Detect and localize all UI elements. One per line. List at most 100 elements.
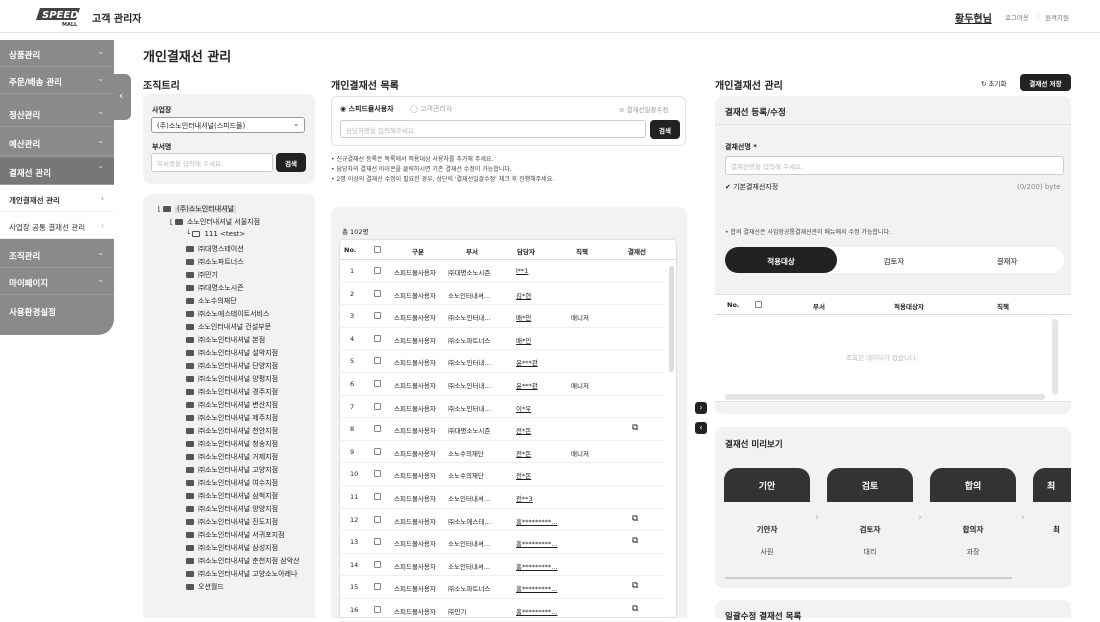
tab-approver[interactable]: 결재자	[951, 247, 1063, 273]
tree-node[interactable]: ㈜소노파트너스	[186, 257, 244, 267]
tree-node[interactable]: ㈜소노에스테이트서비스	[186, 309, 269, 319]
tree-node[interactable]: ㈜소노인터내셔널 단양지점	[186, 361, 278, 371]
row-checkbox[interactable]	[374, 380, 381, 387]
row-checkbox[interactable]	[374, 470, 381, 478]
tree-node[interactable]: ㈜소노인터내셔널 거제지점	[186, 452, 278, 462]
table-row[interactable]: 2 스피드몰사용자 소노인터내셔... 김*현	[340, 283, 664, 306]
row-checkbox[interactable]	[374, 606, 381, 613]
reset-button[interactable]: ↻ 초기화	[981, 78, 1006, 88]
table-row[interactable]: 15 스피드몰사용자 ㈜소노파트너스 홍*********... ⧉	[340, 576, 664, 599]
row-checkbox[interactable]	[374, 560, 381, 568]
sidebar-collapse-button[interactable]: ‹	[114, 74, 131, 120]
table-row[interactable]: 7 스피드몰사용자 ㈜소노인터내... 이*우	[340, 396, 664, 419]
table-row[interactable]: 12 스피드몰사용자 ㈜소노에스테... 홍*********... ⧉	[340, 509, 664, 532]
tree-node[interactable]: ㈜소노인터내셔널 서귀포지점	[186, 530, 285, 540]
person-cell[interactable]: 전*돈	[516, 425, 531, 435]
table-row[interactable]: 6 스피드몰사용자 ㈜소노인터내... 윤***관 매니저	[340, 373, 664, 396]
radio-speedmall[interactable]: ◉ 스피드몰사용자	[340, 104, 394, 114]
tree-node[interactable]: ㈜소노인터내셔널 경주지점	[186, 387, 278, 397]
sidebar-item-environment[interactable]: 사용환경설정	[0, 297, 114, 324]
tree-node[interactable]: ㈜소노인터내셔널 설악지점	[186, 348, 278, 358]
row-checkbox[interactable]	[374, 447, 381, 455]
logout-link[interactable]: 로그아웃	[1005, 12, 1029, 22]
tree-node[interactable]: ㈜소노인터내셔널 양양지점	[186, 504, 278, 514]
tree-node[interactable]: 소노수의재단	[186, 296, 237, 306]
row-checkbox[interactable]	[374, 493, 381, 500]
table-row[interactable]: 11 스피드몰사용자 소노인터내셔... 전**3	[340, 486, 664, 509]
row-checkbox[interactable]	[374, 425, 381, 433]
row-checkbox[interactable]	[374, 515, 381, 523]
person-cell[interactable]: 홍*********...	[516, 538, 557, 548]
person-cell[interactable]: l**1	[516, 267, 528, 275]
sidebar-item-organization[interactable]: 조직관리 ⌄	[0, 241, 114, 268]
scrollbar[interactable]	[669, 266, 674, 372]
tree-node[interactable]: 오션월드	[186, 582, 224, 592]
person-cell[interactable]: 전**3	[516, 493, 533, 503]
person-cell[interactable]: 홍*********...	[516, 561, 557, 571]
user-name[interactable]: 황두현님	[955, 10, 992, 25]
tree-root[interactable]: ⌊ (주)소노인터내셔널	[158, 204, 236, 214]
approval-line-icon[interactable]: ⧉	[632, 581, 638, 591]
row-checkbox[interactable]	[374, 312, 381, 320]
tree-node[interactable]: ㈜소노인터내셔널 제주지점	[186, 413, 278, 423]
person-search-button[interactable]: 검색	[650, 120, 680, 139]
table-row[interactable]: 3 스피드몰사용자 ㈜소노인터내... 배*민 매니저	[340, 305, 664, 328]
tree-node[interactable]: ㈜소노인터내셔널 여수지점	[186, 478, 278, 488]
row-checkbox[interactable]	[374, 402, 381, 410]
person-cell[interactable]: 배*민	[516, 312, 531, 322]
person-cell[interactable]: 이*우	[516, 403, 531, 413]
tree-node[interactable]: ㈜소노인터내셔널 청송지점	[186, 439, 278, 449]
preview-scroll-track[interactable]	[725, 577, 1012, 579]
sidebar-item-mypage[interactable]: 마이페이지 ⌄	[0, 268, 114, 295]
tree-branch[interactable]: ⌊ 소노인터내셔널 서울지점	[170, 217, 260, 227]
dept-search-input[interactable]: 부서명을 입력해 주세요.	[151, 153, 273, 172]
sidebar-item-products[interactable]: 상품관리 ⌄	[0, 40, 114, 67]
person-cell[interactable]: 홍*********...	[516, 516, 557, 526]
person-cell[interactable]: 전*돈	[516, 448, 531, 458]
row-checkbox[interactable]	[374, 357, 381, 365]
tree-node[interactable]: ㈜소노인터내셔널 삼척지점	[186, 491, 278, 501]
move-right-button[interactable]: ›	[695, 402, 707, 414]
tree-node[interactable]: ㈜소노인터내셔널 고양지점	[186, 465, 278, 475]
tree-node[interactable]: ㈜소노인터내셔널 본점	[186, 335, 265, 345]
radio-customer-admin[interactable]: ◯ 고객관리자	[410, 104, 452, 114]
tab-reviewer[interactable]: 검토자	[838, 247, 950, 273]
table-row[interactable]: 16 스피드몰사용자 ㈜민기 홍*********... ⧉	[340, 599, 664, 622]
person-cell[interactable]: 배*민	[516, 335, 531, 345]
row-checkbox[interactable]	[374, 267, 381, 274]
default-line-checkbox[interactable]: ✔ 기본결재선지정	[725, 182, 778, 192]
sidebar-item-settlement[interactable]: 정산관리 ⌄	[0, 100, 114, 127]
row-checkbox[interactable]	[374, 289, 381, 297]
table-row[interactable]: 1 스피드몰사용자 ㈜대명소노시즌 l**1	[340, 260, 664, 283]
approval-line-icon[interactable]: ⧉	[632, 423, 638, 433]
person-search-input[interactable]: 담당자명을 입력해주세요.	[340, 120, 646, 138]
approval-name-input[interactable]: 결재선명을 입력해 주세요.	[725, 156, 1064, 175]
person-cell[interactable]: 윤***관	[516, 357, 538, 367]
table-row[interactable]: 10 스피드몰사용자 소노수의재단 전*돈	[340, 463, 664, 486]
tree-leaf[interactable]: └ 111 <test>	[186, 230, 245, 238]
row-checkbox[interactable]	[374, 583, 381, 591]
tree-node[interactable]: ㈜소노인터내셔널 고양소노아레나	[186, 569, 297, 579]
tree-node[interactable]: ㈜민기	[186, 270, 218, 280]
select-all-checkbox[interactable]	[755, 301, 762, 308]
tree-node[interactable]: ㈜소노인터내셔널 변산지점	[186, 400, 278, 410]
save-approval-line-button[interactable]: 결재선 저장	[1020, 74, 1071, 91]
dept-search-button[interactable]: 검색	[276, 153, 306, 172]
person-cell[interactable]: 홍*********...	[516, 606, 557, 616]
table-row[interactable]: 5 스피드몰사용자 ㈜소노인터내... 윤***관	[340, 350, 664, 373]
sidebar-item-orders[interactable]: 주문/배송 관리 ⌄	[0, 67, 114, 94]
scrollbar[interactable]	[1052, 319, 1058, 395]
select-all-checkbox[interactable]	[374, 246, 381, 253]
site-select[interactable]: (주)소노인터내셔널(스피드몰) ⌄	[151, 117, 305, 133]
sidebar-item-approval-line[interactable]: 결재선 관리 ⌃	[0, 158, 114, 185]
person-cell[interactable]: 홍*********...	[516, 583, 557, 593]
row-checkbox[interactable]	[374, 334, 381, 342]
table-row[interactable]: 14 스피드몰사용자 소노인터내셔... 홍*********...	[340, 554, 664, 577]
person-cell[interactable]: 김*현	[516, 290, 531, 300]
horizontal-scrollbar[interactable]	[725, 394, 1045, 400]
tree-node[interactable]: ㈜대명스테이션	[186, 244, 244, 254]
approval-line-icon[interactable]: ⧉	[632, 604, 638, 614]
tree-node[interactable]: ㈜대명소노시즌	[186, 283, 244, 293]
table-row[interactable]: 13 스피드몰사용자 소노인터내셔... 홍*********... ⧉	[340, 531, 664, 554]
table-row[interactable]: 4 스피드몰사용자 ㈜소노파트너스 배*민	[340, 328, 664, 351]
